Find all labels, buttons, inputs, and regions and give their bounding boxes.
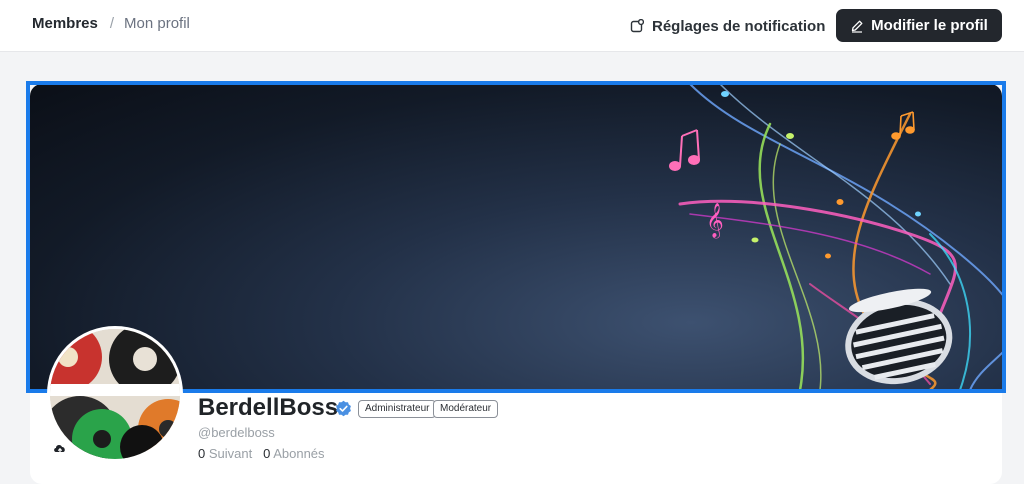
followers-label: Abonnés	[273, 446, 325, 461]
breadcrumb: Membres / Mon profil	[32, 15, 190, 32]
external-link-icon	[630, 19, 644, 33]
top-bar: Membres / Mon profil Réglages de notific…	[0, 0, 1024, 52]
edit-profile-button[interactable]: Modifier le profil	[836, 9, 1002, 42]
svg-text:𝄞: 𝄞	[706, 203, 724, 239]
pencil-icon	[852, 20, 863, 33]
breadcrumb-current-page: Mon profil	[124, 15, 190, 32]
following-count: 0	[198, 446, 206, 461]
verified-badge-icon	[336, 400, 351, 417]
role-badge-administrator: Administrateur	[358, 400, 437, 418]
following-label: Suivant	[208, 446, 253, 461]
following-link[interactable]: 0 Suivant	[198, 446, 252, 461]
follow-stats: 0 Suivant 0 Abonnés	[198, 446, 325, 461]
breadcrumb-separator: /	[109, 15, 115, 32]
upload-cloud-icon[interactable]	[52, 440, 68, 456]
followers-count: 0	[263, 446, 271, 461]
profile-banner[interactable]: 𝄞	[30, 84, 1002, 390]
edit-profile-label: Modifier le profil	[871, 17, 988, 34]
breadcrumb-members-link[interactable]: Membres	[32, 15, 98, 32]
profile-handle: @berdelboss	[198, 425, 275, 440]
followers-link[interactable]: 0 Abonnés	[263, 446, 324, 461]
role-badge-moderator: Modérateur	[433, 400, 499, 418]
notification-settings-button[interactable]: Réglages de notification	[630, 14, 825, 38]
vinyl-records-avatar-image	[50, 329, 180, 459]
music-banner-artwork: 𝄞	[669, 84, 1002, 390]
profile-display-name: BerdellBoss	[198, 394, 339, 421]
notification-settings-label: Réglages de notification	[652, 17, 826, 35]
